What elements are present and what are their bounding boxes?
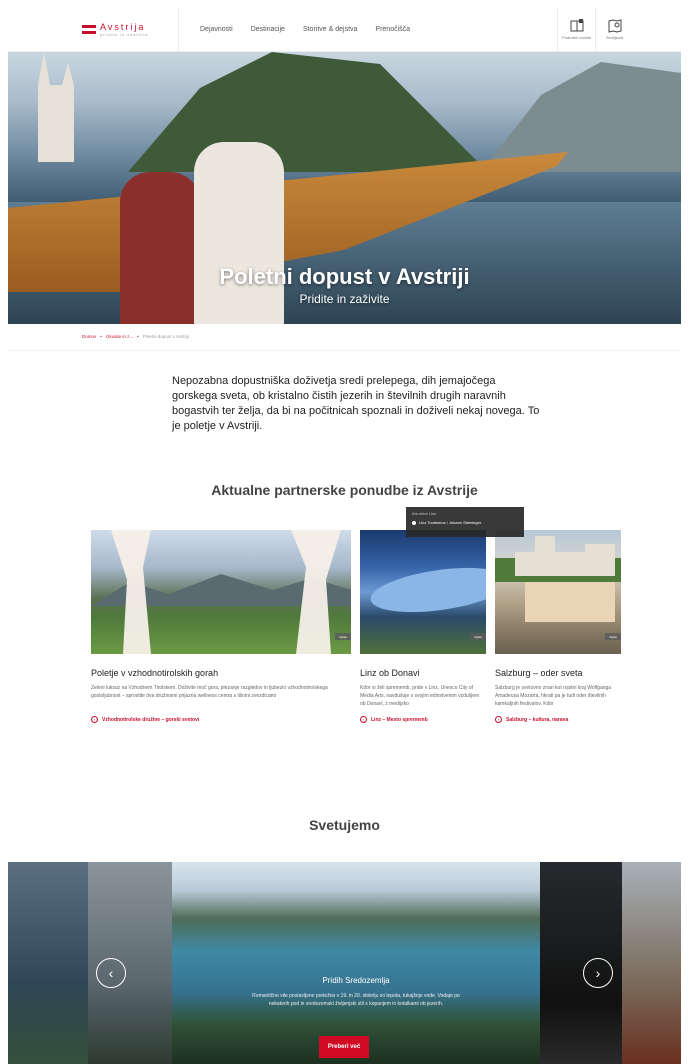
breadcrumb-separator-icon: • [137,334,139,339]
offer-link[interactable]: › Salzburg – kultura, narava [495,716,621,723]
map-pin-icon [608,19,621,33]
offer-title[interactable]: Salzburg – oder sveta [495,668,621,678]
ad-badge: Oglas [470,633,486,640]
site-logo[interactable]: Avstrija pridite in zaživite [8,8,179,51]
ad-badge: Oglas [605,633,621,640]
hero-church [38,52,74,162]
carousel-prev-button[interactable]: ‹ [96,958,126,988]
guide-button[interactable]: Podrobni vodnik [557,8,595,51]
logo-text: Avstrija [100,21,146,32]
offer-card[interactable]: Oglas Poletje v vzhodnotirolskih gorah Z… [91,530,351,723]
offer-link-label: Salzburg – kultura, narava [506,716,569,723]
austria-flag-icon [82,24,96,35]
offer-card[interactable]: Oglas Linz ob Donavi Kdor si želi spreme… [360,530,486,723]
carousel-slide[interactable] [8,862,88,1064]
chevron-right-icon: › [595,965,601,981]
hero-banner: Poletni dopust v Avstriji Pridite in zaž… [8,52,681,324]
hero-title: Poletni dopust v Avstriji [219,264,470,289]
intro-text: Nepozabna dopustniška doživetja sredi pr… [172,375,540,432]
read-more-button[interactable]: Preberi več [319,1036,369,1058]
offer-link[interactable]: › Linz – Mesto sprememb [360,716,486,723]
breadcrumb-home[interactable]: Domov [82,334,96,339]
breadcrumb: Domov • Izkusite in z... • Poletni dopus… [82,334,189,339]
breadcrumb-experience[interactable]: Izkusite in z... [106,334,133,339]
offer-title[interactable]: Poletje v vzhodnotirolskih gorah [91,668,351,678]
offer-text: Salzburg je svetovno znan kot rojstni kr… [495,685,612,707]
nav-accommodation[interactable]: Prenočišča [366,26,419,33]
map-label: Zemljevid [605,35,624,41]
recommend-heading: Svetujemo [309,817,380,833]
header-tools: Podrobni vodnik Zemljevid [557,8,633,51]
offers-heading: Aktualne partnerske ponudbe iz Avstrije [211,482,478,498]
offer-link-label: Linz – Mesto sprememb [371,716,428,723]
breadcrumb-current: Poletni dopust v Avstriji [142,334,189,339]
tooltip-credit: Linz Tourismus / Johann Steininger [419,520,482,525]
carousel-slide[interactable] [622,862,681,1064]
carousel-next-button[interactable]: › [583,958,613,988]
chevron-left-icon: ‹ [108,965,114,981]
offer-image[interactable]: Oglas [360,530,486,654]
site-header: Avstrija pridite in zaživite Dejavnosti … [8,8,681,52]
image-credit-tooltip: Ars elect Linz Linz Tourismus / Johann S… [406,507,524,537]
nav-services[interactable]: Storitve & dejstva [294,26,366,33]
hero-subtitle: Pridite in zaživite [299,292,390,306]
hero-mountain-right [481,62,681,172]
nav-activities[interactable]: Dejavnosti [191,26,242,33]
camera-icon [412,520,416,525]
slide-text: Romantične vile postavljene pretežno v 1… [252,993,460,1007]
map-book-icon [570,19,583,32]
arrow-right-icon: › [495,716,502,723]
offer-link[interactable]: › Vzhodnotirolske družine – gorski sveto… [91,716,351,723]
offer-image[interactable]: Oglas [91,530,351,654]
recommend-carousel: Pridih Sredozemlja Romantične vile posta… [8,862,681,1064]
arrow-right-icon: › [91,716,98,723]
logo-tagline: pridite in zaživite [100,31,149,37]
nav-destinations[interactable]: Destinacije [242,26,294,33]
map-button[interactable]: Zemljevid [595,8,633,51]
ad-badge: Oglas [335,633,351,640]
offer-link-label: Vzhodnotirolske družine – gorski svetovi [102,716,200,723]
offer-title[interactable]: Linz ob Donavi [360,668,486,678]
offer-text: Zeleni luksuz na Vzhodnem Tirolskem. Dož… [91,685,328,699]
guide-label: Podrobni vodnik [562,35,591,41]
slide-title: Pridih Sredozemlja [322,976,390,985]
offer-text: Kdor si želi sprememb, pride v Linz, Une… [360,685,480,707]
carousel-slide-active[interactable] [172,862,540,1064]
arrow-right-icon: › [360,716,367,723]
tooltip-title: Ars elect Linz [412,511,437,516]
offer-card[interactable]: Oglas Salzburg – oder sveta Salzburg je … [495,530,621,723]
breadcrumb-separator-icon: • [100,334,102,339]
main-nav: Dejavnosti Destinacije Storitve & dejstv… [179,26,419,33]
hero-mountain-left [128,52,488,172]
offer-image[interactable]: Oglas [495,530,621,654]
divider [8,350,681,351]
